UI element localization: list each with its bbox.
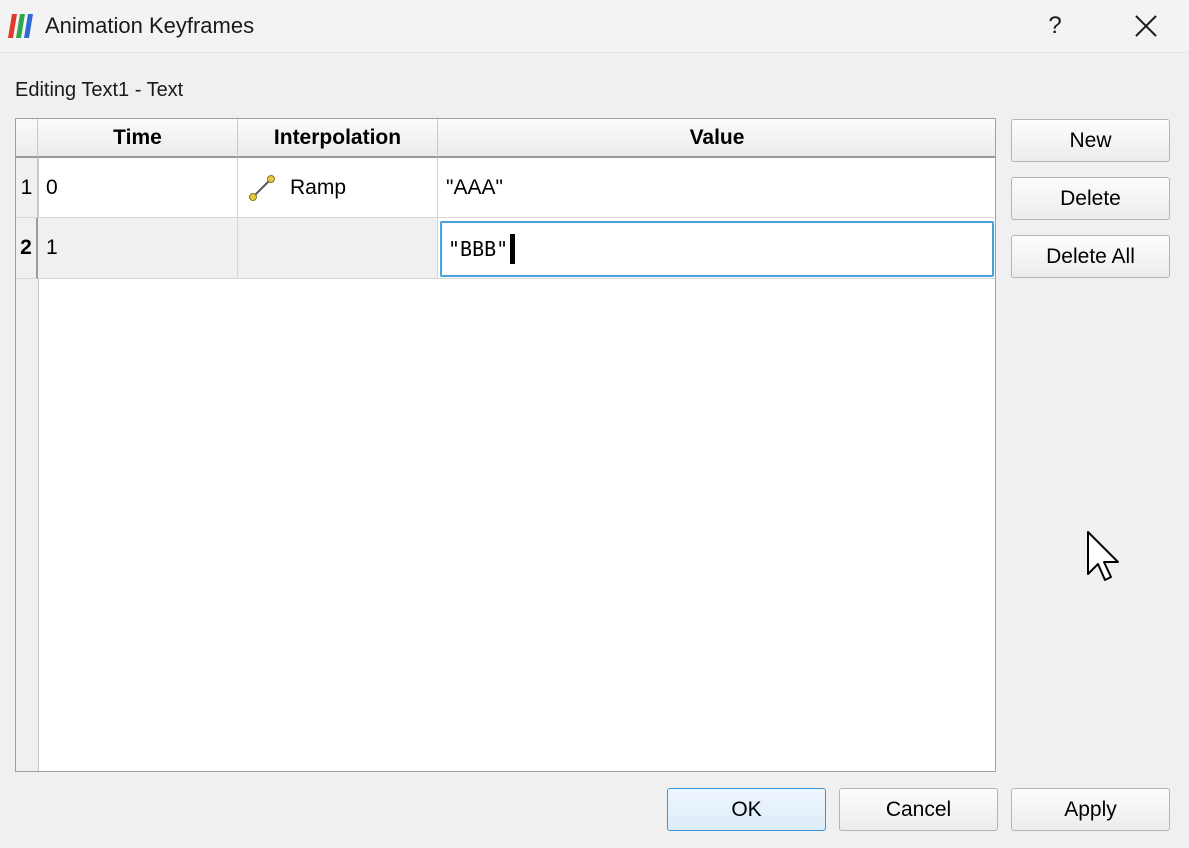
cancel-button[interactable]: Cancel [839, 788, 998, 831]
interpolation-cell[interactable] [238, 218, 438, 279]
delete-all-button[interactable]: Delete All [1011, 235, 1170, 278]
close-button[interactable] [1120, 0, 1172, 52]
row-header-1[interactable]: 1 [16, 158, 38, 218]
column-header-time[interactable]: Time [38, 119, 238, 158]
row-header-2[interactable]: 2 [16, 218, 38, 279]
help-button[interactable]: ? [1030, 0, 1080, 52]
value-cell[interactable]: "AAA" [438, 158, 995, 218]
interpolation-cell[interactable]: Ramp [238, 158, 438, 218]
value-editor-text: "BBB" [448, 237, 509, 261]
value-editor-input[interactable]: "BBB" [440, 221, 994, 277]
ramp-icon [249, 174, 275, 201]
title-bar: Animation Keyframes ? [0, 0, 1189, 53]
text-caret [510, 234, 516, 264]
paraview-icon [8, 14, 33, 38]
time-cell[interactable]: 1 [38, 218, 238, 279]
new-button[interactable]: New [1011, 119, 1170, 162]
table-corner[interactable] [16, 119, 38, 158]
time-cell[interactable]: 0 [38, 158, 238, 218]
delete-button[interactable]: Delete [1011, 177, 1170, 220]
column-header-value[interactable]: Value [438, 119, 995, 158]
window-title: Animation Keyframes [45, 13, 255, 38]
ok-button[interactable]: OK [667, 788, 826, 831]
close-icon [1135, 15, 1157, 37]
interpolation-label: Ramp [290, 175, 347, 199]
editing-label: Editing Text1 - Text [15, 79, 184, 101]
mouse-pointer-icon [1087, 531, 1119, 581]
column-header-interpolation[interactable]: Interpolation [238, 119, 438, 158]
apply-button[interactable]: Apply [1011, 788, 1170, 831]
keyframes-table[interactable]: Time Interpolation Value 1 0 Ramp "AAA" … [15, 118, 996, 772]
